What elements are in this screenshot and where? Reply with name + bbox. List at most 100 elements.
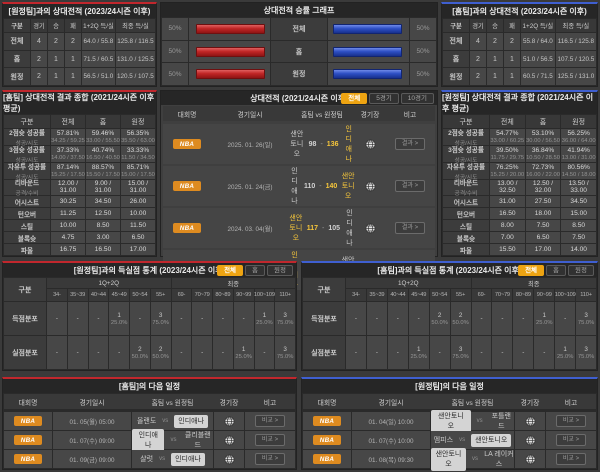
dist-percent: 75.0% [276,353,294,360]
venue-globe-icon[interactable] [224,454,235,465]
dist-cell: - [492,302,513,335]
compare-button[interactable]: 비교 > [254,434,286,446]
venue-cell [515,412,545,430]
dist-count: - [375,315,378,322]
venue-globe-icon[interactable] [525,435,536,446]
column-header: 원정 [561,115,597,128]
venue-globe-icon[interactable] [224,416,235,427]
stat-label: 파울 [20,247,34,255]
panel-title-text: [원정팀]과의 상대전적 (2023/24시즌 이후) [8,6,151,16]
action-cell: 결과 > [385,166,435,206]
action-cell: 결과 > [385,124,435,164]
panel-title-text: [홈팀]과의 상대전적 (2023/24시즌 이후) [452,6,587,16]
result-button[interactable]: 결과 > [394,180,426,192]
dist-count: 3 [584,311,588,319]
column-header: 경기 [31,19,47,32]
vs-label: vs [476,418,483,424]
stat-label: 2점슛 성공률 [448,129,484,137]
dist-cell: - [47,302,67,335]
dist-filter-tab[interactable]: 전체 [518,264,545,277]
stat-value: 8.50 [96,222,110,230]
stat-value: 12.50 / 32.00 [532,180,554,195]
stat-values: 54.77% 33.00 / 60.25 53.10% 30.00 / 56.5… [490,129,597,145]
stat-values: 7.00 6.50 7.50 [490,232,597,244]
h2h-filter-tab[interactable]: 전체 [341,92,368,105]
stat-value: 34.50 [570,198,587,206]
panel-title: [원정팀]의 다음 일정 [302,379,597,393]
stat-value-cell: 16.50 [86,244,120,255]
compare-button[interactable]: 비교 > [555,415,587,427]
schedule-row: NBA 01. 07(수) 10:00 멤피스 vs 샌안토니오 비교 > [303,431,596,449]
venue-globe-icon[interactable] [365,139,376,150]
stat-row: 어시스트 31.00 27.50 34.50 [443,196,597,208]
home-winrate-percent: 50% [162,18,188,40]
dist-count: - [221,315,224,322]
stat-row: 리바운드 공격/수비 13.00 / 32.50 12.50 / 32.00 1… [443,179,597,197]
stat-value-cell: 40.74% 16.50 / 40.50 [86,145,120,162]
venue-globe-icon[interactable] [224,435,235,446]
dist-count: - [138,315,141,322]
stat-fraction: 33.00 / 55.50 [86,137,120,144]
stat-values: 87.14% 15.25 / 17.50 88.57% 15.50 / 17.5… [51,162,155,179]
venue-globe-icon[interactable] [365,181,376,192]
dist-filter-tab[interactable]: 전체 [217,264,244,277]
away-team-name: 샌안토니오 [341,173,355,200]
home-team-name: 인디애나 [132,428,165,452]
result-button[interactable]: 결과 > [394,138,426,150]
column-header: 경기 [470,19,486,32]
stat-value: 16.75 [59,246,77,254]
stat-values: 30.25 34.50 26.00 [51,196,155,208]
dist-cell: - [492,336,513,369]
dist-cell: - [192,302,212,335]
stat-label-cell: 어시스트 [4,196,50,208]
dist-filter-tab[interactable]: 원정 [267,264,293,277]
record-table: 구분 경기 승 패 1+2Q 득/실 최종 득/실 전체 4 2 2 55.8 / 64.0 116… [442,18,597,86]
record-cell: 홈 [4,50,30,68]
column-header: 승 [48,19,64,32]
action-cell: 비교 > [245,412,295,430]
dist-filter-tab[interactable]: 원정 [568,264,594,277]
dist-filter-tab[interactable]: 홈 [546,264,567,277]
stat-label-cell: 어시스트 [443,196,489,208]
dist-count: 2 [437,311,442,319]
stat-values: 11.25 12.50 10.00 [51,208,155,220]
panel-points-dist-vs-home-team: [홈팀]과의 득실점 통계 (2023/24시즌 이후) 전체 홈 원정 구분 1Q… [301,261,598,371]
game-datetime: 2025. 01. 24(금) [227,183,273,191]
result-button[interactable]: 결과 > [394,222,426,234]
range-headers: 69- 70~79 80~89 90~99 100~109 110+ [471,289,597,301]
dist-cells: - - - 1 25.0% - 3 75.0% - - - - 1 25.0% … [346,336,597,369]
h2h-filter-tab[interactable]: 10경기 [400,92,434,105]
compare-button[interactable]: 비교 > [555,453,587,465]
venue-cell [214,450,244,468]
home-team-name: 샌안토니오 [431,409,471,433]
compare-button[interactable]: 비교 > [254,453,286,465]
record-table: 구분 경기 승 패 1+2Q 득/실 최종 득/실 전체 4 2 2 64.0 / 55.8 125… [3,18,156,86]
compare-button[interactable]: 비교 > [254,415,286,427]
matchup-analysis-page: [원정팀]과의 상대전적 (2023/24시즌 이후) 구분 경기 승 패 1+2Q 득… [0,0,600,472]
stat-value-cell: 7.00 [490,232,525,244]
column-header: 최종 득/실 [555,19,596,32]
venue-globe-icon[interactable] [365,223,376,234]
stat-label: 어시스트 [453,199,479,207]
stat-values: 4.75 3.00 6.50 [51,232,155,244]
panel-title: [원정팀]과의 상대전적 (2023/24시즌 이후) [3,4,156,18]
league-cell: NBA [163,208,211,248]
dist-cell: 3 75.0% [275,302,295,335]
league-cell: NBA [4,412,52,430]
stat-values: 37.33% 14.00 / 37.50 40.74% 16.50 / 40.5… [51,145,155,162]
h2h-filter-tab[interactable]: 5경기 [369,92,399,105]
record-row: 홈 2 1 1 71.5 / 60.5 131.0 / 125.5 [4,50,155,68]
game-datetime: 01. 05(월) 05:00 [53,412,131,430]
dist-row: 득점분포 - - - 1 25.0% - 3 75.0% - - - - 1 2… [4,302,295,335]
dist-percent: 25.0% [410,353,427,360]
home-team-score: 117 [306,224,318,232]
venue-globe-icon[interactable] [525,454,536,465]
compare-button[interactable]: 비교 > [555,434,587,446]
stat-value: 36.84% [531,146,555,154]
dist-count: - [522,349,525,356]
dist-filter-tab[interactable]: 홈 [245,264,266,277]
column-header: 최종 득/실 [115,19,155,32]
venue-globe-icon[interactable] [525,416,536,427]
away-winrate-bar [333,23,402,34]
stat-value-cell: 15.50 [490,244,525,255]
